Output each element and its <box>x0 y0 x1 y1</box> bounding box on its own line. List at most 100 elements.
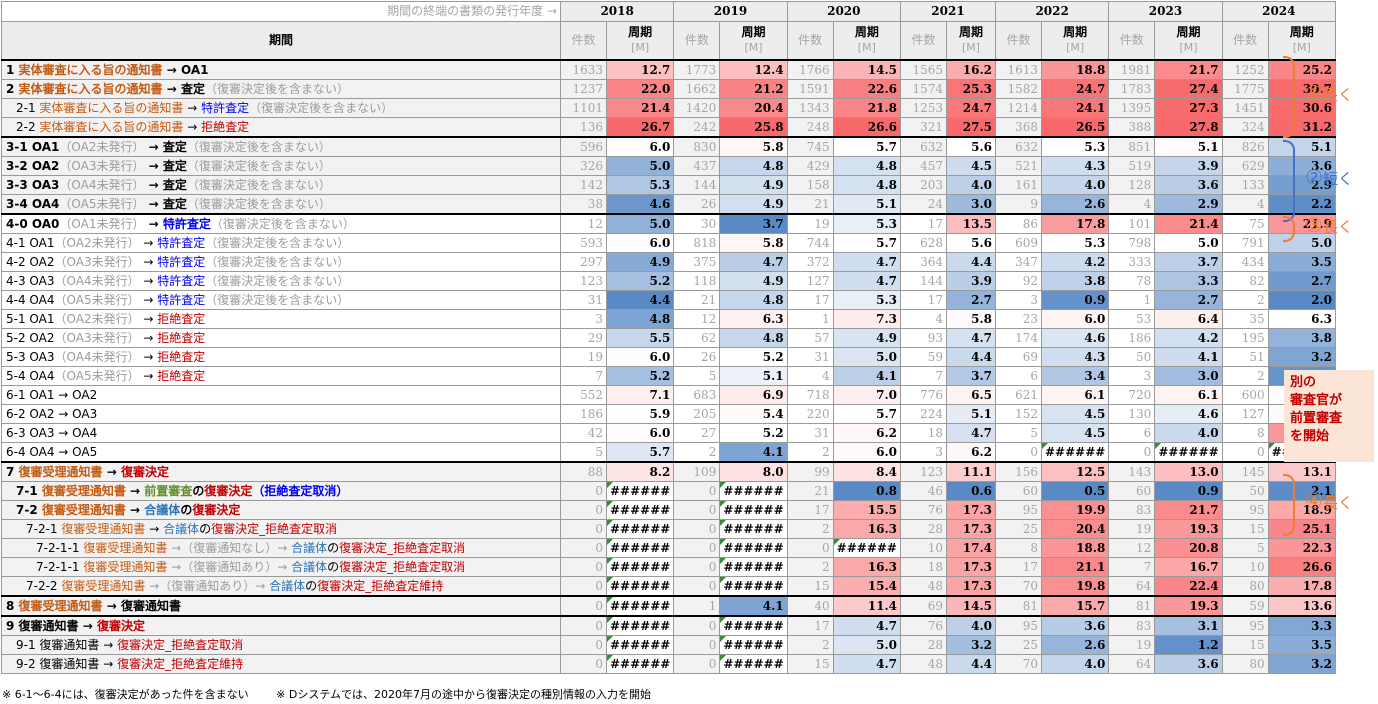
label-segment: の <box>199 521 212 536</box>
period-cell: 3.5 <box>1267 634 1336 655</box>
count-cell: 19 <box>1108 518 1156 539</box>
period-cell: 5.1 <box>719 365 788 386</box>
annotation-number: ④ <box>1305 489 1323 513</box>
count-cell: 76 <box>899 614 947 636</box>
count-cell: 53 <box>1108 308 1156 329</box>
count-cell: 324 <box>1221 116 1269 137</box>
count-cell: 364 <box>899 251 947 272</box>
label-segment: 合議体 <box>163 521 200 536</box>
table-row: 1 実体審査に入る旨の通知書 → OA1 1633 12.7 1773 12.4 1766… <box>1 58 1336 80</box>
count-cell: 95 <box>994 614 1042 636</box>
period-cell: 4.1 <box>719 594 788 616</box>
count-cell: 4 <box>1108 193 1156 214</box>
count-cell: 82 <box>1221 270 1269 291</box>
period-cell: 27.4 <box>1154 78 1223 99</box>
period-cell: 5.9 <box>605 403 675 424</box>
period-cell: 4.9 <box>719 193 788 214</box>
period-cell: 4.5 <box>1040 422 1110 443</box>
table-row: 7-2 復審受理通知書 → 合議体の復審決定 0 ###### 0 ###### 17 15… <box>1 499 1336 520</box>
year-header: 2020 <box>786 1 901 22</box>
row-label: 8 復審受理通知書 → 復審通知書 <box>1 594 561 616</box>
period-cell: 21.1 <box>1040 556 1110 577</box>
count-cell: 3 <box>1108 365 1156 386</box>
period-cell: 4.7 <box>719 251 788 272</box>
table-row: 5-2 OA2（OA3未発行） → 拒絶査定 29 5.5 62 4.8 57 4.9 93 4… <box>1 327 1336 348</box>
count-cell: 25 <box>994 634 1042 655</box>
count-cell: 744 <box>786 232 834 253</box>
period-cell: 8.2 <box>605 460 675 482</box>
unit-label: [M] <box>1179 41 1198 55</box>
table-row: 4-2 OA2（OA3未発行） → 特許査定（復審決定後を含まない） 297 4.9… <box>1 251 1336 272</box>
label-segment: 復審決定 <box>192 502 241 517</box>
count-cell: 0 <box>673 614 721 636</box>
count-cell: 156 <box>994 460 1042 482</box>
count-cell: 1582 <box>994 78 1042 99</box>
period-label: 周期 <box>1176 25 1201 40</box>
count-cell: 10 <box>899 537 947 558</box>
count-cell: 0 <box>560 575 607 596</box>
period-cell: 15.7 <box>1040 594 1110 616</box>
period-cell: 17.3 <box>945 499 996 520</box>
period-cell: 2.7 <box>945 289 996 310</box>
label-segment: 5-2 OA2 <box>6 330 55 345</box>
year-header: 2021 <box>899 1 996 22</box>
label-segment: 実体審査に入る旨の通知書 <box>18 62 163 77</box>
period-cell: 5.7 <box>832 232 901 253</box>
count-cell: 593 <box>560 232 607 253</box>
count-cell: 4 <box>899 308 947 329</box>
row-label: 5-1 OA1（OA2未発行） → 拒絶査定 <box>1 308 561 329</box>
period-cell: 8.0 <box>719 460 788 482</box>
table-row: 4-0 OA0（OA1未発行） → 特許査定（復審決定後を含まない） 12 5.0 3… <box>1 212 1336 234</box>
unit-label: [M] <box>1066 41 1085 55</box>
count-cell: 186 <box>1108 327 1156 348</box>
label-segment: 6-3 OA3 → OA4 <box>6 425 98 440</box>
period-cell: 24.1 <box>1040 97 1110 118</box>
row-label: 9 復審通知書 → 復審決定 <box>1 614 561 636</box>
label-segment: 復審決定 <box>120 464 169 479</box>
annotation-brace <box>1283 56 1295 138</box>
count-cell: 7 <box>560 365 607 386</box>
period-value-header: 周期 [M] <box>1267 21 1336 60</box>
label-segment: （復審決定後を含まない） <box>186 158 331 173</box>
count-cell: 2 <box>1221 289 1269 310</box>
count-cell: 17 <box>786 499 834 520</box>
period-cell: 22.6 <box>832 78 901 99</box>
period-cell: 5.3 <box>605 174 675 195</box>
period-cell: 16.7 <box>1154 556 1223 577</box>
count-cell: 248 <box>786 116 834 137</box>
row-label: 5-3 OA3（OA4未発行） → 拒絶査定 <box>1 346 561 367</box>
count-cell: 24 <box>899 193 947 214</box>
period-cell: 6.2 <box>945 441 996 462</box>
count-cell: 205 <box>673 403 721 424</box>
table-row: 3-1 OA1（OA2未発行） → 査定（復審決定後を含まない） 596 6.0 83… <box>1 135 1336 157</box>
label-segment: 拒絶査定 <box>201 119 250 134</box>
count-cell: 2 <box>1221 365 1269 386</box>
label-segment: の <box>192 483 205 498</box>
footer-notes: ※ 6-1～6-4には、復審決定があった件を含まない ※ Dシステムでは、202… <box>2 686 675 702</box>
label-segment: 復審受理通知書 <box>61 578 146 593</box>
label-segment: 復審受理通知書 <box>41 483 126 498</box>
period-cell: 3.3 <box>1267 614 1336 636</box>
count-cell: 28 <box>899 634 947 655</box>
count-cell: 791 <box>1221 232 1269 253</box>
label-segment: （復審決定後を含まない） <box>186 177 331 192</box>
count-cell: 1633 <box>560 58 607 80</box>
table-row: 7-2-1-1 復審受理通知書 →（復審通知あり）→ 合議体の復審決定_拒絶査定… <box>1 556 1336 577</box>
count-cell: 123 <box>560 270 607 291</box>
year-header: 2023 <box>1108 1 1223 22</box>
period-cell: 4.8 <box>605 308 675 329</box>
period-cell: 4.9 <box>832 327 901 348</box>
period-cell: 6.0 <box>605 232 675 253</box>
period-cell: 3.0 <box>1154 365 1223 386</box>
count-cell: 51 <box>1221 346 1269 367</box>
count-cell: 1237 <box>560 78 607 99</box>
count-cell: 224 <box>899 403 947 424</box>
label-segment: （復審決定後を含まない） <box>205 235 350 250</box>
period-label: 周期 <box>854 25 879 40</box>
period-cell: ###### <box>605 614 675 636</box>
period-cell: 6.0 <box>605 135 675 157</box>
count-cell: 15 <box>1221 634 1269 655</box>
label-segment: →（復審通知なし）→ <box>167 540 292 555</box>
label-segment: 7-2-1-1 <box>36 540 84 555</box>
period-cell: 22.0 <box>605 78 675 99</box>
